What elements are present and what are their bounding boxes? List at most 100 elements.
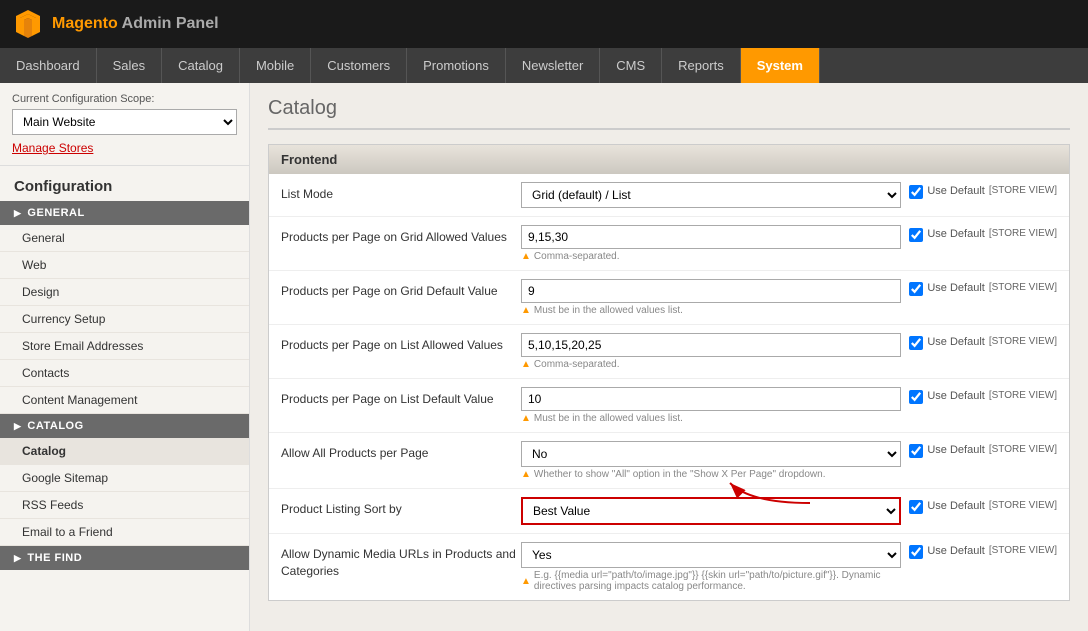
- list-allowed-control: ▲ Comma-separated.: [521, 333, 901, 370]
- sidebar-item-content-mgmt[interactable]: Content Management: [0, 387, 249, 414]
- grid-default-row-wrapper: ▲ Must be in the allowed values list. Us…: [521, 279, 1057, 316]
- sidebar-item-web[interactable]: Web: [0, 252, 249, 279]
- sidebar-section-catalog-label: CATALOG: [27, 420, 83, 432]
- nav-newsletter[interactable]: Newsletter: [506, 48, 600, 83]
- sidebar-item-currency-setup[interactable]: Currency Setup: [0, 306, 249, 333]
- sidebar-catalog-items: Catalog Google Sitemap RSS Feeds Email t…: [0, 438, 249, 546]
- sidebar-item-contacts[interactable]: Contacts: [0, 360, 249, 387]
- magento-logo-icon: [12, 8, 44, 40]
- list-mode-control: Grid (default) / ListList (default) / Gr…: [521, 182, 901, 208]
- row-allow-all: Allow All Products per Page NoYes ▲ Whet…: [269, 433, 1069, 489]
- grid-allowed-hint: ▲ Comma-separated.: [521, 251, 901, 262]
- dynamic-media-default: Use Default [STORE VIEW]: [909, 542, 1057, 592]
- chevron-right-icon-3: ▶: [14, 553, 21, 564]
- list-allowed-use-default-checkbox[interactable]: [909, 336, 923, 350]
- row-grid-default: Products per Page on Grid Default Value …: [269, 271, 1069, 325]
- allow-all-select[interactable]: NoYes: [521, 441, 901, 467]
- list-default-store-view-link[interactable]: [STORE VIEW]: [989, 390, 1057, 401]
- list-default-input[interactable]: [521, 387, 901, 411]
- grid-allowed-store-view-link[interactable]: [STORE VIEW]: [989, 228, 1057, 239]
- content-area: Catalog Frontend List Mode Grid (default…: [250, 83, 1088, 631]
- sidebar-item-general[interactable]: General: [0, 225, 249, 252]
- nav-promotions[interactable]: Promotions: [407, 48, 506, 83]
- grid-default-label: Products per Page on Grid Default Value: [281, 279, 521, 300]
- hint-icon-4: ▲: [521, 413, 531, 424]
- sort-by-store-view-link[interactable]: [STORE VIEW]: [989, 500, 1057, 511]
- grid-default-store-view-link[interactable]: [STORE VIEW]: [989, 282, 1057, 293]
- nav-mobile[interactable]: Mobile: [240, 48, 311, 83]
- sidebar-item-email-friend[interactable]: Email to a Friend: [0, 519, 249, 546]
- dynamic-media-store-view-link[interactable]: [STORE VIEW]: [989, 545, 1057, 556]
- grid-default-input[interactable]: [521, 279, 901, 303]
- row-list-default: Products per Page on List Default Value …: [269, 379, 1069, 433]
- list-allowed-default: Use Default [STORE VIEW]: [909, 333, 1057, 370]
- grid-default-use-default-checkbox[interactable]: [909, 282, 923, 296]
- sidebar-section-general[interactable]: ▶ GENERAL: [0, 201, 249, 225]
- dynamic-media-use-default-checkbox[interactable]: [909, 545, 923, 559]
- sidebar: Current Configuration Scope: Main Websit…: [0, 83, 250, 631]
- allow-all-label: Allow All Products per Page: [281, 441, 521, 462]
- dynamic-media-row-wrapper: YesNo ▲ E.g. {{media url="path/to/image.…: [521, 542, 1057, 592]
- list-mode-store-view-link[interactable]: [STORE VIEW]: [989, 185, 1057, 196]
- sort-by-label: Product Listing Sort by: [281, 497, 521, 518]
- sort-by-default: Use Default [STORE VIEW]: [909, 497, 1057, 525]
- nav-cms[interactable]: CMS: [600, 48, 662, 83]
- scope-label: Current Configuration Scope:: [12, 93, 237, 105]
- sort-by-row-wrapper: Best ValueNamePrice Use Default [STORE V…: [521, 497, 1057, 525]
- frontend-section-header: Frontend: [269, 145, 1069, 174]
- nav-customers[interactable]: Customers: [311, 48, 407, 83]
- nav-catalog[interactable]: Catalog: [162, 48, 240, 83]
- allow-all-use-default-checkbox[interactable]: [909, 444, 923, 458]
- nav-system[interactable]: System: [741, 48, 820, 83]
- nav-reports[interactable]: Reports: [662, 48, 741, 83]
- allow-all-row-wrapper: NoYes ▲ Whether to show "All" option in …: [521, 441, 1057, 480]
- list-default-row-wrapper: ▲ Must be in the allowed values list. Us…: [521, 387, 1057, 424]
- grid-allowed-input[interactable]: [521, 225, 901, 249]
- row-dynamic-media: Allow Dynamic Media URLs in Products and…: [269, 534, 1069, 600]
- chevron-right-icon: ▶: [14, 208, 21, 219]
- grid-allowed-label: Products per Page on Grid Allowed Values: [281, 225, 521, 246]
- list-allowed-input[interactable]: [521, 333, 901, 357]
- allow-all-hint: ▲ Whether to show "All" option in the "S…: [521, 469, 901, 480]
- nav-dashboard[interactable]: Dashboard: [0, 48, 97, 83]
- sidebar-item-rss-feeds[interactable]: RSS Feeds: [0, 492, 249, 519]
- sidebar-item-catalog[interactable]: Catalog: [0, 438, 249, 465]
- grid-allowed-row-wrapper: ▲ Comma-separated. Use Default [STORE VI…: [521, 225, 1057, 262]
- list-mode-label: List Mode: [281, 182, 521, 203]
- list-allowed-store-view-link[interactable]: [STORE VIEW]: [989, 336, 1057, 347]
- allow-all-use-default-label: Use Default: [927, 444, 984, 456]
- allow-all-store-view-link[interactable]: [STORE VIEW]: [989, 444, 1057, 455]
- list-default-use-default-checkbox[interactable]: [909, 390, 923, 404]
- sidebar-item-store-email[interactable]: Store Email Addresses: [0, 333, 249, 360]
- nav-sales[interactable]: Sales: [97, 48, 163, 83]
- sort-by-select[interactable]: Best ValueNamePrice: [521, 497, 901, 525]
- frontend-section: Frontend List Mode Grid (default) / List…: [268, 144, 1070, 601]
- list-allowed-use-default-label: Use Default: [927, 336, 984, 348]
- dynamic-media-select[interactable]: YesNo: [521, 542, 901, 568]
- hint-icon-3: ▲: [521, 359, 531, 370]
- list-allowed-hint: ▲ Comma-separated.: [521, 359, 901, 370]
- grid-allowed-use-default-checkbox[interactable]: [909, 228, 923, 242]
- list-default-hint: ▲ Must be in the allowed values list.: [521, 413, 901, 424]
- list-mode-row-wrapper: Grid (default) / ListList (default) / Gr…: [521, 182, 1057, 208]
- manage-stores-link[interactable]: Manage Stores: [12, 141, 237, 155]
- config-title: Configuration: [0, 166, 249, 201]
- sort-by-control: Best ValueNamePrice: [521, 497, 901, 525]
- sidebar-section-the-find[interactable]: ▶ THE FIND: [0, 546, 249, 570]
- sidebar-item-google-sitemap[interactable]: Google Sitemap: [0, 465, 249, 492]
- list-mode-select[interactable]: Grid (default) / ListList (default) / Gr…: [521, 182, 901, 208]
- list-mode-use-default-checkbox[interactable]: [909, 185, 923, 199]
- sidebar-item-design[interactable]: Design: [0, 279, 249, 306]
- scope-select[interactable]: Main Website: [12, 109, 237, 135]
- row-list-mode: List Mode Grid (default) / ListList (def…: [269, 174, 1069, 217]
- sidebar-section-general-label: GENERAL: [27, 207, 84, 219]
- sidebar-section-catalog[interactable]: ▶ CATALOG: [0, 414, 249, 438]
- hint-icon-5: ▲: [521, 469, 531, 480]
- allow-all-control: NoYes ▲ Whether to show "All" option in …: [521, 441, 901, 480]
- grid-allowed-default: Use Default [STORE VIEW]: [909, 225, 1057, 262]
- sort-by-use-default-checkbox[interactable]: [909, 500, 923, 514]
- chevron-right-icon-2: ▶: [14, 421, 21, 432]
- row-sort-by: Product Listing Sort by Best ValueNamePr…: [269, 489, 1069, 534]
- app-title: Magento Admin Panel: [52, 15, 219, 33]
- list-default-default: Use Default [STORE VIEW]: [909, 387, 1057, 424]
